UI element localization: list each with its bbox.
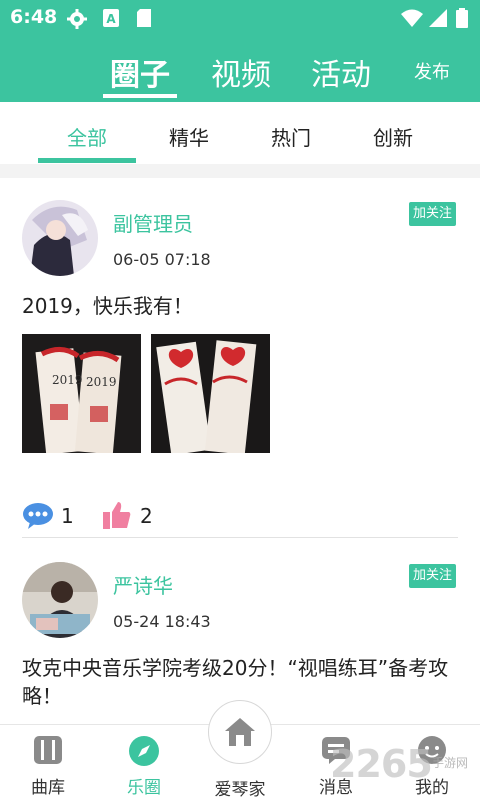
filter-tabs: 全部 精华 热门 创新: [0, 102, 480, 164]
compass-icon: [129, 736, 159, 766]
follow-button[interactable]: 加关注: [409, 202, 456, 226]
tab-hot[interactable]: 热门: [271, 122, 311, 151]
post-card[interactable]: 严诗华 05-24 18:43 加关注 攻克中央音乐学院考级20分！“视唱练耳”…: [0, 540, 480, 724]
section-divider: [0, 164, 480, 178]
wifi-icon: [401, 9, 423, 27]
watermark-logo: 2265: [330, 742, 433, 786]
tab-video[interactable]: 视频: [211, 50, 271, 94]
home-icon: [225, 718, 255, 746]
avatar[interactable]: [22, 200, 98, 276]
tab-all[interactable]: 全部: [67, 122, 107, 151]
sdcard-icon: [137, 9, 151, 27]
watermark-subtext: 手游网: [432, 756, 469, 770]
nav-label: 曲库: [31, 778, 65, 798]
svg-text:2019: 2019: [86, 375, 117, 389]
post-card[interactable]: 副管理员 06-05 07:18 加关注 2019，快乐我有！ 2019 201…: [0, 178, 480, 538]
like-count: 2: [140, 504, 153, 528]
post-image[interactable]: 2019 2019: [22, 334, 141, 453]
publish-button[interactable]: 发布: [414, 58, 450, 84]
tab-innovation[interactable]: 创新: [373, 122, 413, 151]
comment-count: 1: [61, 504, 74, 528]
active-tab-indicator: [103, 94, 177, 98]
library-icon: [34, 736, 62, 764]
follow-button[interactable]: 加关注: [409, 564, 456, 588]
app-header: 圈子 视频 活动 发布: [0, 36, 480, 102]
post-username[interactable]: 副管理员: [113, 208, 193, 237]
text-icon: A: [103, 9, 119, 27]
svg-text:2019: 2019: [52, 373, 83, 387]
home-button[interactable]: [208, 700, 272, 764]
active-subtab-indicator: [38, 158, 136, 163]
nav-library[interactable]: 曲库: [8, 725, 88, 801]
status-bar: 6:48 A: [0, 0, 480, 36]
nav-circle[interactable]: 乐圈: [104, 725, 184, 801]
post-image[interactable]: [151, 334, 270, 453]
tab-circle[interactable]: 圈子: [110, 50, 170, 94]
comment-icon[interactable]: [22, 502, 54, 530]
avatar[interactable]: [22, 562, 98, 638]
battery-icon: [456, 8, 468, 28]
status-time: 6:48: [10, 6, 58, 28]
signal-icon: [429, 9, 447, 27]
post-date: 05-24 18:43: [113, 612, 211, 631]
svg-text:A: A: [106, 12, 116, 26]
post-username[interactable]: 严诗华: [113, 570, 173, 599]
nav-label: 爱琴家: [214, 780, 266, 800]
like-icon[interactable]: [102, 500, 132, 530]
tab-featured[interactable]: 精华: [169, 122, 209, 151]
settings-icon: [67, 9, 87, 29]
post-date: 06-05 07:18: [113, 250, 211, 269]
post-separator: [22, 537, 458, 538]
post-text: 2019，快乐我有！: [22, 294, 193, 318]
tab-activity[interactable]: 活动: [311, 50, 371, 94]
nav-label: 乐圈: [127, 778, 161, 798]
